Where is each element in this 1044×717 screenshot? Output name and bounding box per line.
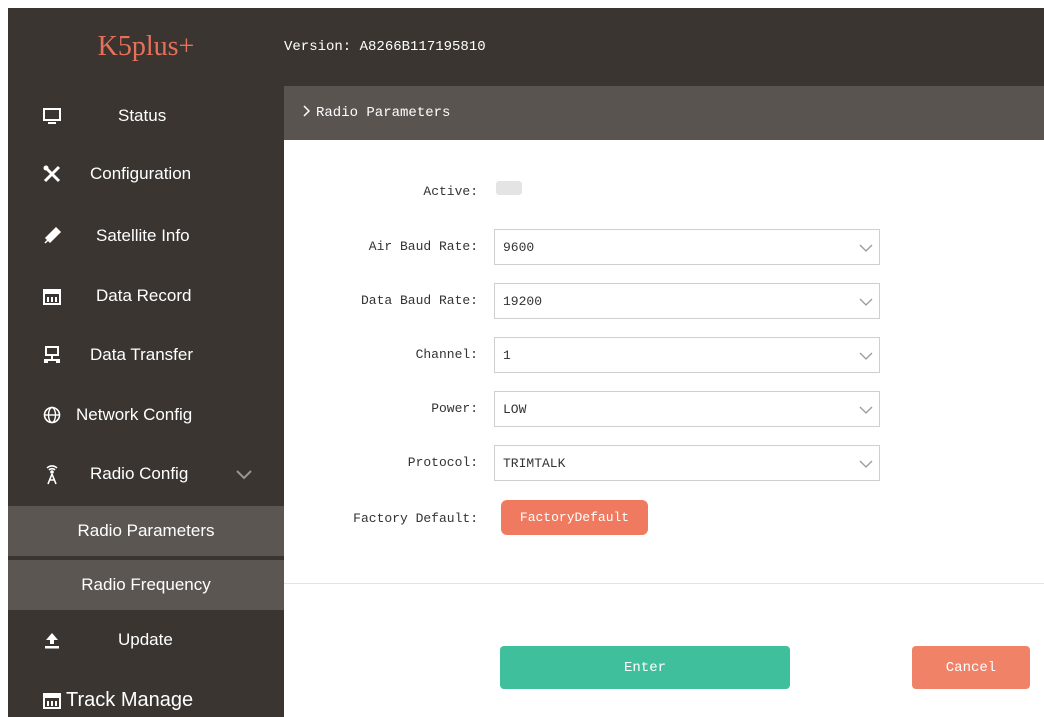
data-baud-rate-select[interactable]: 19200 [494, 283, 880, 319]
data-baud-rate-label: Data Baud Rate: [360, 293, 478, 308]
sidebar-item-radio-config[interactable]: Radio Config [8, 444, 284, 504]
protocol-label: Protocol: [407, 455, 478, 470]
sidebar-item-label: Configuration [90, 164, 192, 183]
channel-select[interactable]: 1 [494, 337, 880, 373]
sidebar-item-label: Update [118, 630, 173, 649]
calendar-icon [42, 690, 62, 710]
sidebar-item-network-config[interactable]: Network Config [8, 385, 284, 445]
air-baud-rate-select[interactable]: 9600 [494, 229, 880, 265]
air-baud-rate-label: Air Baud Rate: [368, 239, 478, 254]
chevron-down-icon [859, 350, 873, 360]
factory-default-label: Factory Default: [353, 511, 478, 526]
satellite-icon [42, 226, 62, 246]
sidebar-item-label: Radio Config [90, 464, 189, 483]
factory-default-button[interactable]: FactoryDefault [501, 500, 648, 535]
channel-label: Channel: [415, 347, 478, 362]
sidebar-item-data-transfer[interactable]: Data Transfer [8, 325, 284, 385]
sidebar-item-status[interactable]: Status [8, 86, 284, 146]
sidebar-item-label: Track Manage [66, 688, 194, 711]
sidebar-item-configuration[interactable]: Configuration [8, 144, 284, 204]
enter-button[interactable]: Enter [500, 646, 790, 689]
sidebar-item-track-manage[interactable]: Track Manage [8, 670, 284, 717]
power-select[interactable]: LOW [494, 391, 880, 427]
calendar-icon [42, 286, 62, 306]
sidebar-item-label: Data Record [96, 286, 192, 305]
divider [284, 583, 1044, 584]
version-text: Version: A8266B117195810 [284, 39, 486, 55]
channel-value: 1 [503, 347, 511, 363]
sidebar-item-label: Satellite Info [96, 226, 190, 245]
sidebar-subitem-label: Radio Parameters [77, 521, 215, 540]
monitor-icon [42, 106, 62, 126]
sidebar-item-update[interactable]: Update [8, 610, 284, 670]
chevron-down-icon [234, 467, 254, 481]
sidebar: Status Configuration Satellite Info Data… [8, 86, 284, 717]
globe-icon [42, 405, 62, 425]
active-toggle[interactable] [496, 181, 522, 195]
chevron-right-icon [302, 104, 311, 122]
air-baud-rate-value: 9600 [503, 239, 535, 255]
sidebar-item-label: Data Transfer [90, 345, 193, 364]
sidebar-item-label: Status [118, 106, 167, 125]
sidebar-subitem-radio-parameters[interactable]: Radio Parameters [8, 506, 284, 556]
protocol-select[interactable]: TRIMTALK [494, 445, 880, 481]
chevron-down-icon [859, 296, 873, 306]
cancel-button[interactable]: Cancel [912, 646, 1030, 689]
sidebar-item-data-record[interactable]: Data Record [8, 266, 284, 326]
power-label: Power: [431, 401, 478, 416]
chevron-down-icon [859, 404, 873, 414]
chevron-down-icon [859, 458, 873, 468]
sidebar-item-satellite-info[interactable]: Satellite Info [8, 206, 284, 266]
top-header: K5plus+ Version: A8266B117195810 [8, 8, 1044, 86]
breadcrumb: Radio Parameters [284, 86, 1044, 140]
upload-icon [42, 630, 62, 650]
sidebar-item-label: Network Config [76, 405, 193, 424]
sidebar-subitem-label: Radio Frequency [81, 575, 211, 594]
power-value: LOW [503, 401, 527, 417]
antenna-icon [42, 464, 62, 485]
tools-icon [42, 164, 62, 184]
network-transfer-icon [42, 345, 62, 365]
sidebar-subitem-radio-frequency[interactable]: Radio Frequency [8, 560, 284, 610]
page-title: Radio Parameters [316, 105, 451, 121]
app-logo: K5plus+ [97, 31, 195, 62]
active-label: Active: [423, 184, 478, 199]
protocol-value: TRIMTALK [503, 455, 566, 471]
data-baud-rate-value: 19200 [503, 293, 543, 309]
chevron-down-icon [859, 242, 873, 252]
